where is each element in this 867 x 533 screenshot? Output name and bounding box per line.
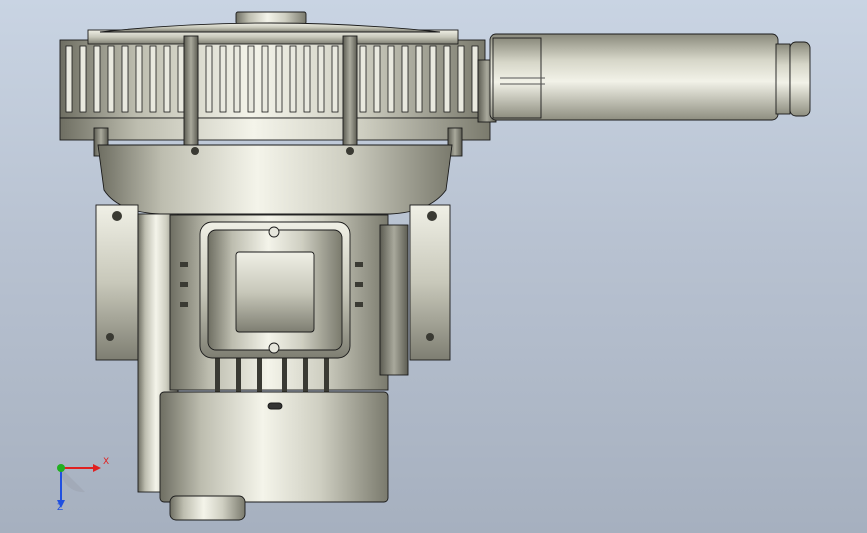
fan-rib [331,45,339,113]
fan-rib [359,45,367,113]
ring-blower-model-icon[interactable] [0,0,867,533]
z-axis-label: Z [57,503,64,513]
fan-rib [219,45,227,113]
fan-rib [387,45,395,113]
fan-rib [289,45,297,113]
fan-rib [93,45,101,113]
fan-rib [233,45,241,113]
fan-rib [303,45,311,113]
fan-rib [415,45,423,113]
fan-rib [457,45,465,113]
fan-rib [373,45,381,113]
fan-rib [471,45,479,113]
fan-rib [65,45,73,113]
cad-viewport[interactable]: X Z [0,0,867,533]
fan-rib [205,45,213,113]
fan-rib [429,45,437,113]
x-axis-label: X [103,457,110,467]
fan-rib [247,45,255,113]
fan-rib [275,45,283,113]
fan-rib [107,45,115,113]
fan-rib [163,45,171,113]
fan-rib [401,45,409,113]
fan-rib [121,45,129,113]
axis-triad: X Z [45,452,115,514]
fan-rib [317,45,325,113]
fan-rib [79,45,87,113]
fan-rib [177,45,185,113]
fan-rib [149,45,157,113]
fan-rib [135,45,143,113]
fan-rib [261,45,269,113]
fan-rib [443,45,451,113]
